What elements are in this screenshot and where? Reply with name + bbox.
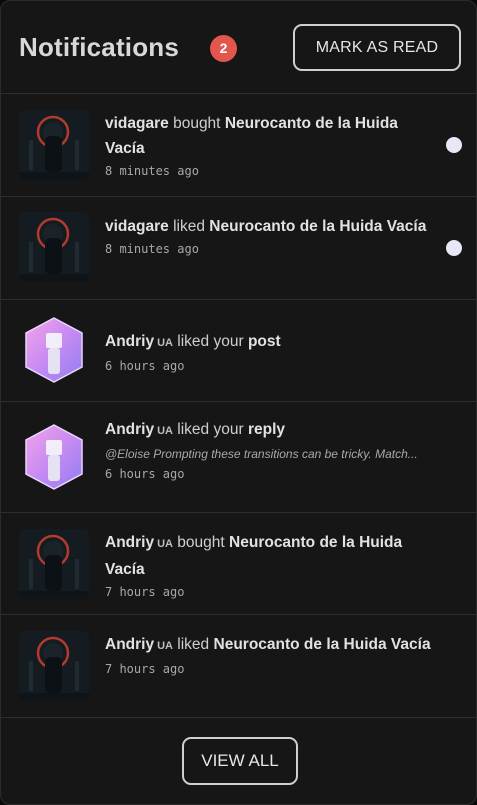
notification-content: Andriy UA liked your reply @Eloise Prompt… <box>105 417 432 484</box>
notification-time: 8 minutes ago <box>105 242 199 256</box>
unread-dot <box>446 240 462 256</box>
notification-target[interactable]: Neurocanto de la Huida Vacía <box>209 218 426 235</box>
user-country-tag: UA <box>157 425 173 437</box>
notification-target[interactable]: reply <box>248 421 285 438</box>
reply-excerpt: @Eloise Prompting these transitions can … <box>105 447 418 461</box>
notification-action: liked your <box>177 421 244 438</box>
notification-user[interactable]: Andriy <box>105 534 154 551</box>
notifications-panel: Notifications 2 MARK AS READ vidagare bo… <box>0 0 477 805</box>
notification-action: liked <box>177 636 210 653</box>
notification-list: vidagare bought Neurocanto de la Huida V… <box>1 94 476 718</box>
notification-action: bought <box>173 115 221 132</box>
panel-header: Notifications 2 MARK AS READ <box>1 1 476 94</box>
notification-item[interactable]: Andriy UA bought Neurocanto de la Huida V… <box>1 513 476 615</box>
notification-user[interactable]: Andriy <box>105 636 154 653</box>
hexagon-avatar <box>19 315 89 385</box>
notification-content: vidagare bought Neurocanto de la Huida V… <box>105 111 432 181</box>
notification-item[interactable]: vidagare liked Neurocanto de la Huida Va… <box>1 197 476 300</box>
notification-item[interactable]: Andriy UA liked your reply @Eloise Prompt… <box>1 402 476 513</box>
notification-content: Andriy UA bought Neurocanto de la Huida V… <box>105 530 432 602</box>
mark-as-read-button[interactable]: MARK AS READ <box>293 24 461 71</box>
notification-action: liked your <box>177 333 244 350</box>
notification-item[interactable]: Andriy UA liked Neurocanto de la Huida Va… <box>1 615 476 718</box>
user-country-tag: UA <box>157 640 173 652</box>
notification-action: bought <box>177 534 225 551</box>
notification-item[interactable]: vidagare bought Neurocanto de la Huida V… <box>1 94 476 197</box>
notification-time: 7 hours ago <box>105 662 185 676</box>
album-art-thumbnail <box>19 110 89 180</box>
notification-item[interactable]: Andriy UA liked your post 6 hours ago <box>1 300 476 402</box>
notification-user[interactable]: vidagare <box>105 115 169 132</box>
hexagon-avatar <box>19 422 89 492</box>
album-art-thumbnail <box>19 212 89 282</box>
notification-action: liked <box>173 218 205 235</box>
user-country-tag: UA <box>157 538 173 550</box>
album-art-thumbnail <box>19 529 89 599</box>
user-country-tag: UA <box>157 337 173 349</box>
notification-content: Andriy UA liked your post 6 hours ago <box>105 329 432 376</box>
notification-time: 7 hours ago <box>105 585 185 599</box>
view-all-button[interactable]: VIEW ALL <box>182 737 298 785</box>
notification-time: 6 hours ago <box>105 359 185 373</box>
notification-content: Andriy UA liked Neurocanto de la Huida Va… <box>105 632 432 679</box>
notification-user[interactable]: Andriy <box>105 333 154 350</box>
unread-count-badge: 2 <box>210 35 237 62</box>
notification-target[interactable]: Neurocanto de la Huida Vacía <box>214 636 431 653</box>
notification-time: 8 minutes ago <box>105 164 199 178</box>
notification-target[interactable]: post <box>248 333 281 350</box>
notification-user[interactable]: Andriy <box>105 421 154 438</box>
unread-dot <box>446 137 462 153</box>
page-title: Notifications <box>19 32 180 62</box>
notification-content: vidagare liked Neurocanto de la Huida Va… <box>105 214 432 259</box>
album-art-thumbnail <box>19 631 89 701</box>
notification-time: 6 hours ago <box>105 467 185 481</box>
notification-user[interactable]: vidagare <box>105 218 169 235</box>
